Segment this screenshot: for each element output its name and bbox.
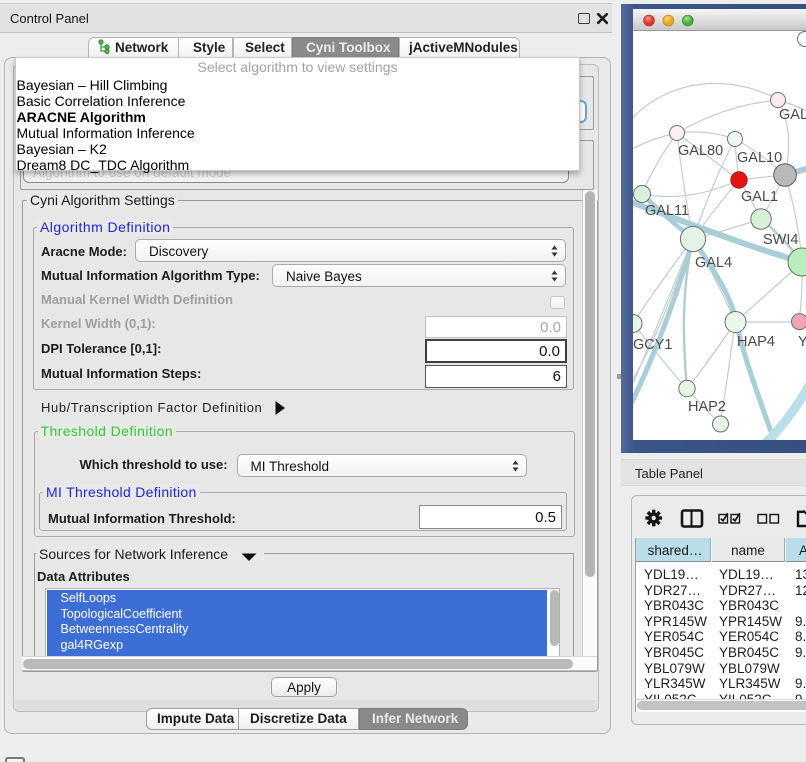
svg-text:Y: Y [798, 334, 806, 350]
svg-text:HAP4: HAP4 [737, 334, 775, 350]
svg-text:GAL4: GAL4 [695, 255, 732, 271]
svg-text:SWI4: SWI4 [763, 232, 798, 248]
svg-text:GAL: GAL [779, 107, 806, 123]
svg-text:GCY1: GCY1 [633, 337, 673, 353]
svg-text:GAL11: GAL11 [645, 203, 689, 219]
svg-text:GAL10: GAL10 [737, 150, 782, 166]
svg-text:GAL1: GAL1 [741, 189, 778, 205]
svg-text:HAP2: HAP2 [688, 399, 726, 415]
svg-text:GAL80: GAL80 [678, 143, 723, 159]
